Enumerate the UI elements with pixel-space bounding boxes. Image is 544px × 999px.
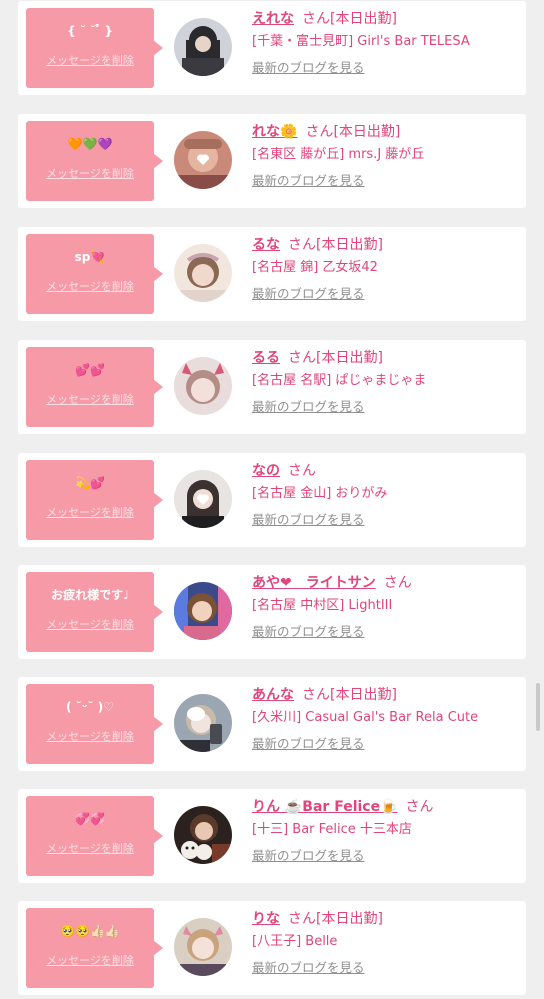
- status-text: [本日出勤]: [330, 11, 397, 27]
- message-text: 💫💕: [75, 476, 105, 490]
- latest-blog-link[interactable]: 最新のブログを見る: [252, 512, 524, 528]
- message-bubble: 🧡💚💜 メッセージを削除: [26, 121, 163, 201]
- delete-message-link[interactable]: メッセージを削除: [26, 391, 154, 407]
- cast-name-link[interactable]: あや❤︎ ライトサン: [252, 575, 376, 591]
- message-bubble: 💕💕 メッセージを削除: [26, 347, 163, 427]
- cast-name-link[interactable]: りん ☕️Bar Felice🍺: [252, 799, 398, 815]
- delete-message-link[interactable]: メッセージを削除: [26, 840, 154, 856]
- cast-info: あんな さん[本日出勤] [久米川] Casual Gal's Bar Rela …: [252, 685, 524, 752]
- message-card: 💫💕 メッセージを削除 なの さん [名古屋 金山] おりがみ 最新のブログを見る: [18, 453, 526, 547]
- cast-info: るな さん[本日出勤] [名古屋 錦] 乙女坂42 最新のブログを見る: [252, 235, 524, 302]
- message-card: 🥺🥺👍🏻👍🏻 メッセージを削除 りな さん[本日出勤] [八王子] Belle 最…: [18, 901, 526, 995]
- status-text: [本日出勤]: [333, 124, 401, 140]
- avatar[interactable]: [174, 470, 232, 528]
- honorific: さん: [305, 124, 334, 140]
- avatar[interactable]: [174, 694, 232, 752]
- shop-name: [千葉・富士見町] Girl's Bar TELESA: [252, 34, 470, 49]
- message-text: 💞💞: [75, 812, 105, 826]
- cast-name-link[interactable]: れな🌼: [252, 124, 297, 140]
- latest-blog-link[interactable]: 最新のブログを見る: [252, 736, 524, 752]
- honorific: さん: [288, 237, 316, 253]
- honorific: さん: [288, 350, 316, 366]
- honorific: さん: [288, 911, 316, 927]
- cast-name-link[interactable]: なの: [252, 463, 280, 479]
- cast-info: りん ☕️Bar Felice🍺 さん [十三] Bar Felice 十三本店 …: [252, 797, 524, 864]
- cast-info: なの さん [名古屋 金山] おりがみ 最新のブログを見る: [252, 461, 524, 528]
- message-text: ( ˘ᵕ˘ )♡: [66, 700, 114, 714]
- delete-message-link[interactable]: メッセージを削除: [26, 52, 154, 68]
- avatar[interactable]: [174, 18, 232, 76]
- shop-name: [名東区 藤が丘] mrs.J 藤が丘: [252, 147, 425, 162]
- message-bubble: { ˘ ˘ ͒ } メッセージを削除: [26, 8, 163, 88]
- shop-name: [名古屋 名駅] ぱじゃまじゃま: [252, 373, 427, 388]
- message-bubble: ( ˘ᵕ˘ )♡ メッセージを削除: [26, 684, 163, 764]
- cast-info: あや❤︎ ライトサン さん [名古屋 中村区] LightIII 最新のブログを見…: [252, 573, 524, 640]
- cast-name-link[interactable]: るる: [252, 350, 280, 366]
- message-text: 💕💕: [75, 363, 105, 377]
- latest-blog-link[interactable]: 最新のブログを見る: [252, 960, 524, 976]
- cast-info: るる さん[本日出勤] [名古屋 名駅] ぱじゃまじゃま 最新のブログを見る: [252, 348, 524, 415]
- message-text: { ˘ ˘ ͒ }: [67, 24, 113, 38]
- latest-blog-link[interactable]: 最新のブログを見る: [252, 848, 524, 864]
- avatar[interactable]: [174, 244, 232, 302]
- status-text: [本日出勤]: [316, 350, 383, 366]
- message-card: ( ˘ᵕ˘ )♡ メッセージを削除 あんな さん[本日出勤] [久米川] Casu…: [18, 677, 526, 771]
- delete-message-link[interactable]: メッセージを削除: [26, 728, 154, 744]
- cast-name-link[interactable]: るな: [252, 237, 280, 253]
- honorific: さん: [302, 687, 330, 703]
- status-text: [本日出勤]: [316, 911, 383, 927]
- message-card: sp💘 メッセージを削除 るな さん[本日出勤] [名古屋 錦] 乙女坂42 最新…: [18, 227, 526, 321]
- status-text: [本日出勤]: [316, 237, 383, 253]
- message-card: お疲れ様です♩ メッセージを削除 あや❤︎ ライトサン さん [名古屋 中村区] …: [18, 565, 526, 659]
- honorific: さん: [288, 463, 316, 479]
- message-bubble: 💫💕 メッセージを削除: [26, 460, 163, 540]
- shop-name: [久米川] Casual Gal's Bar Rela Cute: [252, 710, 479, 725]
- message-card: 💕💕 メッセージを削除 るる さん[本日出勤] [名古屋 名駅] ぱじゃまじゃま …: [18, 340, 526, 434]
- avatar[interactable]: [174, 357, 232, 415]
- scrollbar[interactable]: [536, 683, 540, 731]
- honorific: さん: [383, 575, 412, 591]
- message-card: 💞💞 メッセージを削除 りん ☕️Bar Felice🍺 さん [十三] Bar …: [18, 789, 526, 883]
- message-text: お疲れ様です♩: [51, 588, 129, 602]
- shop-name: [名古屋 金山] おりがみ: [252, 486, 388, 501]
- shop-name: [八王子] Belle: [252, 934, 338, 949]
- delete-message-link[interactable]: メッセージを削除: [26, 165, 154, 181]
- cast-name-link[interactable]: えれな: [252, 11, 294, 27]
- cast-name-link[interactable]: あんな: [252, 687, 294, 703]
- message-text: 🥺🥺👍🏻👍🏻: [60, 924, 120, 938]
- latest-blog-link[interactable]: 最新のブログを見る: [252, 624, 524, 640]
- avatar[interactable]: [174, 582, 232, 640]
- cast-info: れな🌼 さん[本日出勤] [名東区 藤が丘] mrs.J 藤が丘 最新のブログを見…: [252, 122, 524, 189]
- delete-message-link[interactable]: メッセージを削除: [26, 616, 154, 632]
- message-bubble: 🥺🥺👍🏻👍🏻 メッセージを削除: [26, 908, 163, 988]
- avatar[interactable]: [174, 131, 232, 189]
- message-bubble: sp💘 メッセージを削除: [26, 234, 163, 314]
- message-text: sp💘: [74, 250, 106, 264]
- latest-blog-link[interactable]: 最新のブログを見る: [252, 173, 524, 189]
- delete-message-link[interactable]: メッセージを削除: [26, 952, 154, 968]
- avatar[interactable]: [174, 918, 232, 976]
- latest-blog-link[interactable]: 最新のブログを見る: [252, 399, 524, 415]
- avatar[interactable]: [174, 806, 232, 864]
- message-bubble: お疲れ様です♩ メッセージを削除: [26, 572, 163, 652]
- cast-info: りな さん[本日出勤] [八王子] Belle 最新のブログを見る: [252, 909, 524, 976]
- shop-name: [名古屋 錦] 乙女坂42: [252, 260, 378, 275]
- shop-name: [十三] Bar Felice 十三本店: [252, 822, 412, 837]
- cast-name-link[interactable]: りな: [252, 911, 280, 927]
- latest-blog-link[interactable]: 最新のブログを見る: [252, 286, 524, 302]
- delete-message-link[interactable]: メッセージを削除: [26, 278, 154, 294]
- status-text: [本日出勤]: [330, 687, 397, 703]
- latest-blog-link[interactable]: 最新のブログを見る: [252, 60, 524, 76]
- delete-message-link[interactable]: メッセージを削除: [26, 504, 154, 520]
- message-card: 🧡💚💜 メッセージを削除 れな🌼 さん[本日出勤] [名東区 藤が丘] mrs.J…: [18, 114, 526, 208]
- honorific: さん: [302, 11, 330, 27]
- message-bubble: 💞💞 メッセージを削除: [26, 796, 163, 876]
- shop-name: [名古屋 中村区] LightIII: [252, 598, 393, 613]
- cast-info: えれな さん[本日出勤] [千葉・富士見町] Girl's Bar TELESA …: [252, 9, 524, 76]
- message-card: { ˘ ˘ ͒ } メッセージを削除 えれな さん[本日出勤] [千葉・富士見町]…: [18, 1, 526, 95]
- message-text: 🧡💚💜: [67, 137, 113, 151]
- honorific: さん: [405, 799, 434, 815]
